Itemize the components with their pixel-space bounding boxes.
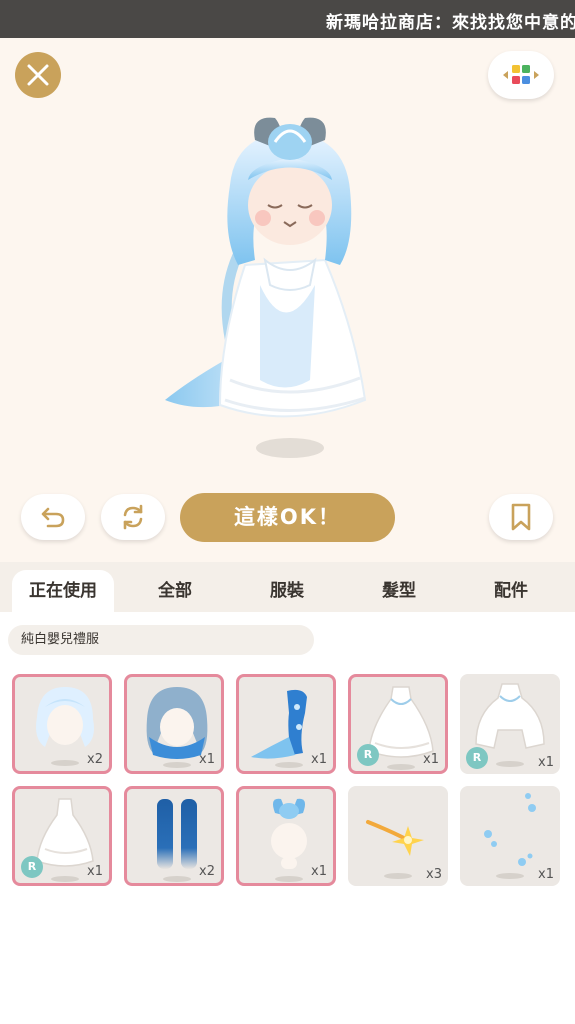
item-tile-bubble-effect[interactable]: x1 (460, 786, 560, 886)
item-tile-blue-gradient-hair[interactable]: x1 (124, 674, 224, 774)
avatar-character[interactable] (150, 110, 390, 470)
item-tile-white-bob-hair[interactable]: x2 (12, 674, 112, 774)
bookmark-icon (511, 503, 531, 531)
confirm-ok-button[interactable]: 這樣OK！ (180, 493, 395, 542)
close-icon (27, 64, 49, 86)
item-tile-white-lace-dress[interactable]: R x1 (12, 786, 112, 886)
item-quantity: x1 (538, 755, 554, 770)
item-quantity: x1 (311, 752, 327, 767)
palette-icon (503, 65, 539, 84)
item-tile-sparkle-effect[interactable]: x3 (348, 786, 448, 886)
item-tile-blue-stockings[interactable]: x2 (124, 786, 224, 886)
notification-banner[interactable]: 新瑪哈拉商店：來找找您中意的 (0, 0, 575, 38)
tab-hairstyle[interactable]: 髮型 (348, 570, 450, 612)
item-quantity: x3 (426, 867, 442, 882)
item-quantity: x2 (199, 864, 215, 879)
rarity-badge: R (466, 747, 488, 769)
banner-text: 新瑪哈拉商店：來找找您中意的 (326, 13, 575, 33)
randomize-button[interactable] (101, 494, 165, 540)
tab-in-use[interactable]: 正在使用 (12, 570, 114, 612)
category-tabs: 正在使用 全部 服裝 髮型 配件 (0, 562, 575, 612)
item-quantity: x1 (87, 864, 103, 879)
undo-icon (41, 507, 65, 528)
item-quantity: x1 (311, 864, 327, 879)
undo-button[interactable] (21, 494, 85, 540)
palette-button[interactable] (488, 51, 554, 99)
close-button[interactable] (15, 52, 61, 98)
rarity-badge: R (21, 856, 43, 878)
outfit-name-field[interactable]: 純白嬰兒禮服 (8, 625, 314, 655)
item-tile-white-lace-gown-alt[interactable]: R x1 (460, 674, 560, 774)
item-quantity: x1 (423, 752, 439, 767)
item-tile-mermaid-tail-dress[interactable]: x1 (236, 674, 336, 774)
refresh-icon (123, 504, 143, 530)
item-quantity: x2 (87, 752, 103, 767)
item-tile-white-lace-gown[interactable]: R x1 (348, 674, 448, 774)
tab-clothing[interactable]: 服裝 (236, 570, 338, 612)
tab-accessories[interactable]: 配件 (460, 570, 562, 612)
item-quantity: x1 (538, 867, 554, 882)
tab-all[interactable]: 全部 (124, 570, 226, 612)
item-quantity: x1 (199, 752, 215, 767)
bookmark-button[interactable] (489, 494, 553, 540)
item-tile-jellyfish-headpiece[interactable]: x1 (236, 786, 336, 886)
rarity-badge: R (357, 744, 379, 766)
